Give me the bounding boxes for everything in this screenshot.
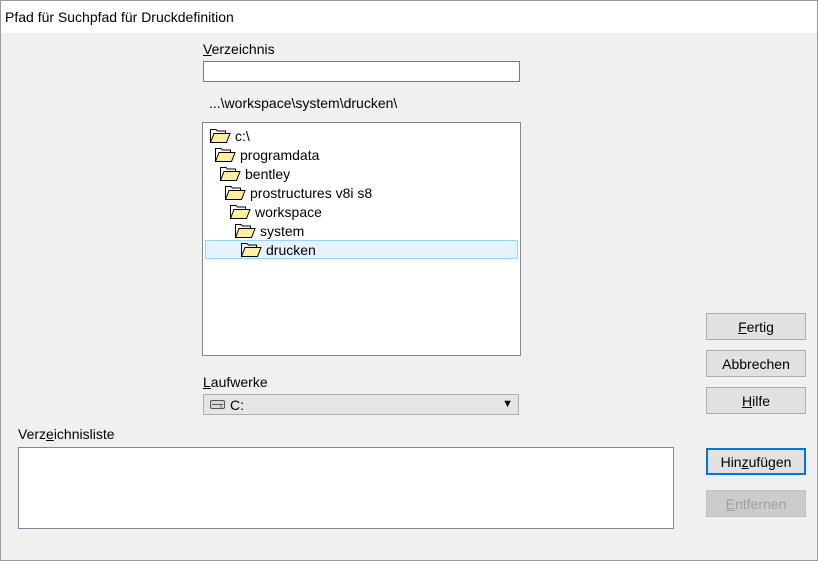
title-bar[interactable]: Pfad für Suchpfad für Druckdefinition — [1, 1, 817, 33]
window-title: Pfad für Suchpfad für Druckdefinition — [5, 9, 234, 25]
tree-item[interactable]: system — [234, 221, 304, 240]
folder-open-icon — [209, 129, 231, 143]
folder-tree[interactable]: c:\ programdata bentley prostructures v8i s… — [202, 122, 521, 356]
directory-input[interactable] — [203, 61, 520, 82]
dialog-window: Pfad für Suchpfad für Druckdefinition Ve… — [0, 0, 818, 561]
tree-item-label: bentley — [245, 165, 291, 182]
tree-item[interactable]: programdata — [214, 145, 319, 164]
drive-icon — [210, 400, 225, 409]
folder-open-icon — [240, 243, 262, 257]
directory-label: Verzeichnis — [203, 41, 275, 57]
tree-item[interactable]: workspace — [229, 202, 322, 221]
chevron-down-icon[interactable]: ▼ — [502, 398, 513, 410]
tree-item-label: system — [260, 222, 305, 239]
dirlist-label: Verzeichnisliste — [18, 426, 115, 442]
add-button[interactable]: Hin z ufügen — [706, 448, 806, 475]
tree-item[interactable]: prostructures v8i s8 — [224, 183, 372, 202]
folder-open-icon — [219, 167, 241, 181]
drives-combobox[interactable]: C: ▼ — [203, 394, 519, 415]
done-button[interactable]: Fertig — [706, 313, 806, 340]
cancel-button[interactable]: Abbrechen — [706, 350, 806, 377]
tree-item-selected[interactable]: drucken — [205, 240, 518, 259]
drives-label: Laufwerke — [203, 374, 268, 390]
tree-item-label: programdata — [240, 146, 320, 163]
folder-open-icon — [229, 205, 251, 219]
tree-item-label: c:\ — [235, 127, 250, 144]
directory-listbox[interactable] — [18, 447, 674, 529]
tree-item-label: workspace — [255, 203, 322, 220]
tree-item[interactable]: c:\ — [209, 126, 250, 145]
help-button[interactable]: Hilfe — [706, 387, 806, 414]
tree-item-label: prostructures v8i s8 — [250, 184, 373, 201]
folder-open-icon — [234, 224, 256, 238]
tree-item-label: drucken — [266, 241, 316, 258]
tree-item[interactable]: bentley — [219, 164, 290, 183]
folder-open-icon — [224, 186, 246, 200]
remove-button[interactable]: Entfernen — [706, 490, 806, 517]
current-path-text: ...\workspace\system\drucken\ — [209, 95, 398, 111]
drives-selected-value: C: — [230, 397, 244, 413]
folder-open-icon — [214, 148, 236, 162]
